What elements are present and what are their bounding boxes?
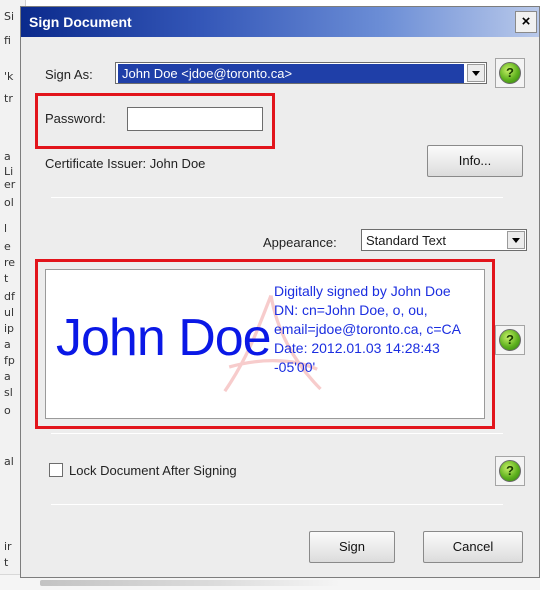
separator xyxy=(51,197,503,198)
background-text-fragment: df xyxy=(4,290,15,303)
signature-detail-line: email=jdoe@toronto.ca, c=CA xyxy=(274,321,461,337)
separator xyxy=(51,504,503,505)
background-text-fragment: 'k xyxy=(4,70,14,83)
lock-document-checkbox[interactable] xyxy=(49,463,63,477)
background-text-fragment: fi xyxy=(4,34,11,47)
certificate-issuer-text: Certificate Issuer: John Doe xyxy=(45,156,206,171)
chevron-down-icon[interactable] xyxy=(507,231,525,249)
sign-as-dropdown[interactable]: John Doe <jdoe@toronto.ca> xyxy=(115,62,487,84)
signature-name-large: John Doe xyxy=(56,309,272,367)
sign-document-dialog: Sign Document × Sign As: John Doe <jdoe@… xyxy=(20,6,540,578)
appearance-dropdown[interactable]: Standard Text xyxy=(361,229,527,251)
background-text-fragment: l xyxy=(4,222,8,235)
background-text-fragment: al xyxy=(4,455,14,468)
background-text-fragment: re xyxy=(4,256,16,269)
password-input[interactable] xyxy=(127,107,263,131)
close-icon: × xyxy=(521,13,531,30)
background-blurred-text xyxy=(40,580,340,586)
separator xyxy=(51,433,503,434)
cancel-button[interactable]: Cancel xyxy=(423,531,523,563)
sign-as-value: John Doe <jdoe@toronto.ca> xyxy=(118,64,464,83)
help-icon[interactable]: ? xyxy=(499,62,521,84)
background-text-fragment: t xyxy=(4,556,9,569)
password-label: Password: xyxy=(45,111,106,126)
close-button[interactable]: × xyxy=(515,11,537,33)
background-text-fragment: t xyxy=(4,272,9,285)
appearance-value: Standard Text xyxy=(366,233,446,248)
background-text-fragment: a xyxy=(4,338,11,351)
signature-details: Digitally signed by John Doe DN: cn=John… xyxy=(274,282,484,377)
chevron-down-icon[interactable] xyxy=(467,64,485,82)
background-text-fragment: ol xyxy=(4,196,14,209)
signature-detail-line: -05'00' xyxy=(274,359,316,375)
signature-detail-line: Digitally signed by John Doe xyxy=(274,283,451,299)
help-icon[interactable]: ? xyxy=(499,329,521,351)
dialog-title: Sign Document xyxy=(29,14,132,30)
background-text-fragment: tr xyxy=(4,92,13,105)
background-text-fragment: fp xyxy=(4,354,15,367)
signature-preview: John Doe Digitally signed by John Doe DN… xyxy=(45,269,485,419)
sign-button[interactable]: Sign xyxy=(309,531,395,563)
background-text-fragment: ir xyxy=(4,540,12,553)
background-text-fragment: a xyxy=(4,370,11,383)
dialog-titlebar[interactable]: Sign Document × xyxy=(21,7,539,37)
background-text-fragment: ul xyxy=(4,306,15,319)
background-text-fragment: Li xyxy=(4,165,14,178)
background-text-fragment: e xyxy=(4,240,11,253)
lock-document-label: Lock Document After Signing xyxy=(69,463,237,478)
background-text-fragment: sl xyxy=(4,386,13,399)
sign-as-label: Sign As: xyxy=(45,67,93,82)
appearance-label: Appearance: xyxy=(263,235,337,250)
background-text-fragment: Si xyxy=(4,10,15,23)
signature-detail-line: DN: cn=John Doe, o, ou, xyxy=(274,302,428,318)
background-text-fragment: o xyxy=(4,404,11,417)
background-text-fragment: er xyxy=(4,178,16,191)
signature-detail-line: Date: 2012.01.03 14:28:43 xyxy=(274,340,440,356)
info-button[interactable]: Info... xyxy=(427,145,523,177)
background-text-fragment: a xyxy=(4,150,11,163)
help-icon[interactable]: ? xyxy=(499,460,521,482)
background-text-fragment: ip xyxy=(4,322,15,335)
